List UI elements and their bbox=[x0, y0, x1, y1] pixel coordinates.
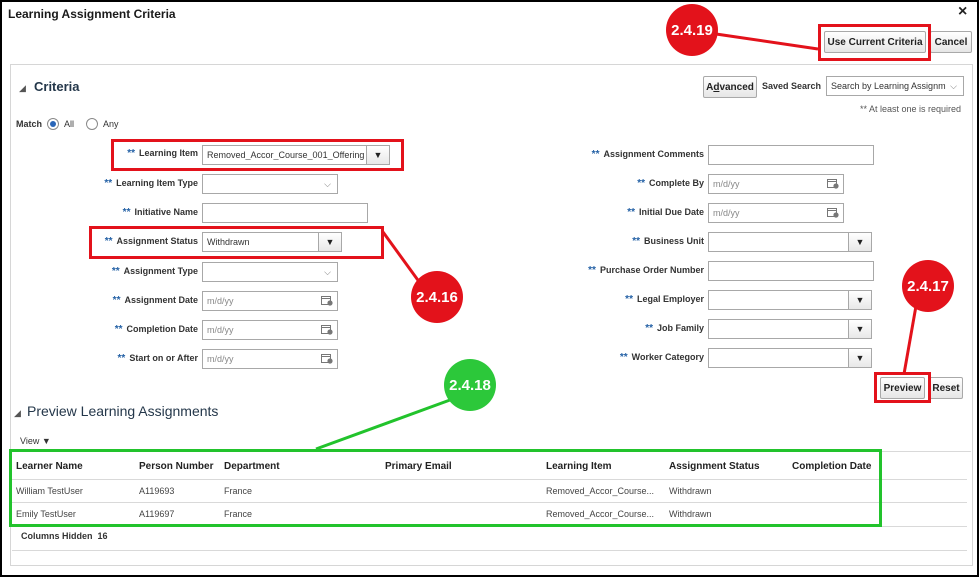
step-badge-2417: 2.4.17 bbox=[902, 260, 954, 312]
highlight-results-table bbox=[9, 449, 882, 527]
highlight-use-current-criteria bbox=[818, 24, 931, 61]
highlight-preview-button bbox=[874, 372, 931, 403]
highlight-learning-item bbox=[111, 139, 404, 171]
step-badge-2416: 2.4.16 bbox=[411, 271, 463, 323]
step-badge-2418: 2.4.18 bbox=[444, 359, 496, 411]
highlight-assignment-status bbox=[89, 226, 384, 259]
step-badge-2419: 2.4.19 bbox=[666, 4, 718, 56]
connector-2418 bbox=[315, 398, 451, 451]
connector-2417 bbox=[902, 305, 918, 375]
connector-2416 bbox=[381, 231, 422, 284]
connector-2419 bbox=[715, 32, 819, 51]
